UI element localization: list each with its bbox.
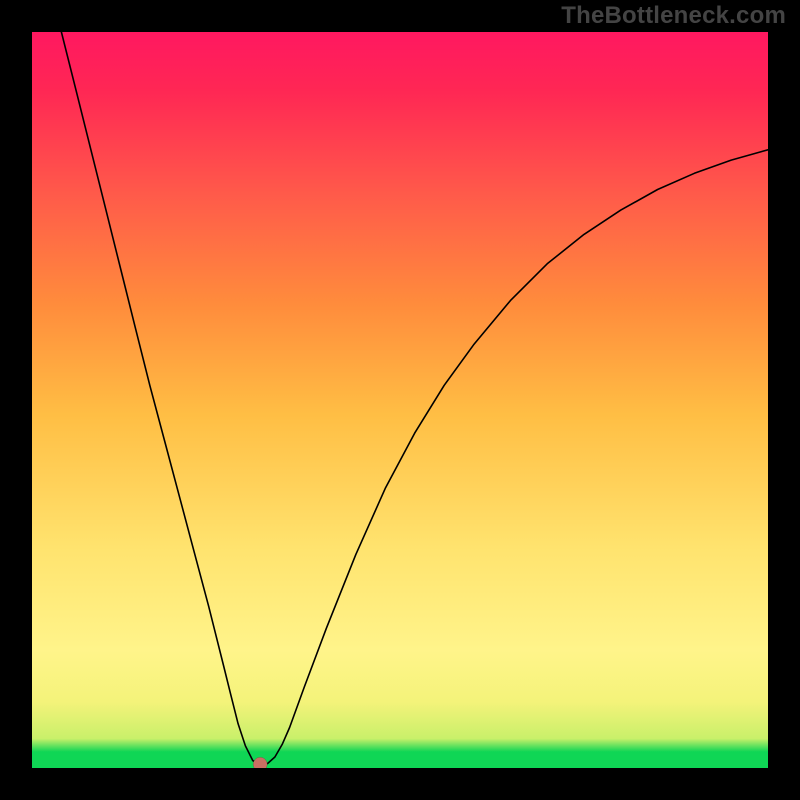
plot-area: [32, 32, 768, 768]
bottleneck-curve: [61, 32, 768, 764]
bottleneck-chart: [32, 32, 768, 768]
watermark-text: TheBottleneck.com: [561, 2, 786, 30]
optimal-point-marker: [253, 757, 267, 768]
chart-frame: TheBottleneck.com: [0, 0, 800, 800]
